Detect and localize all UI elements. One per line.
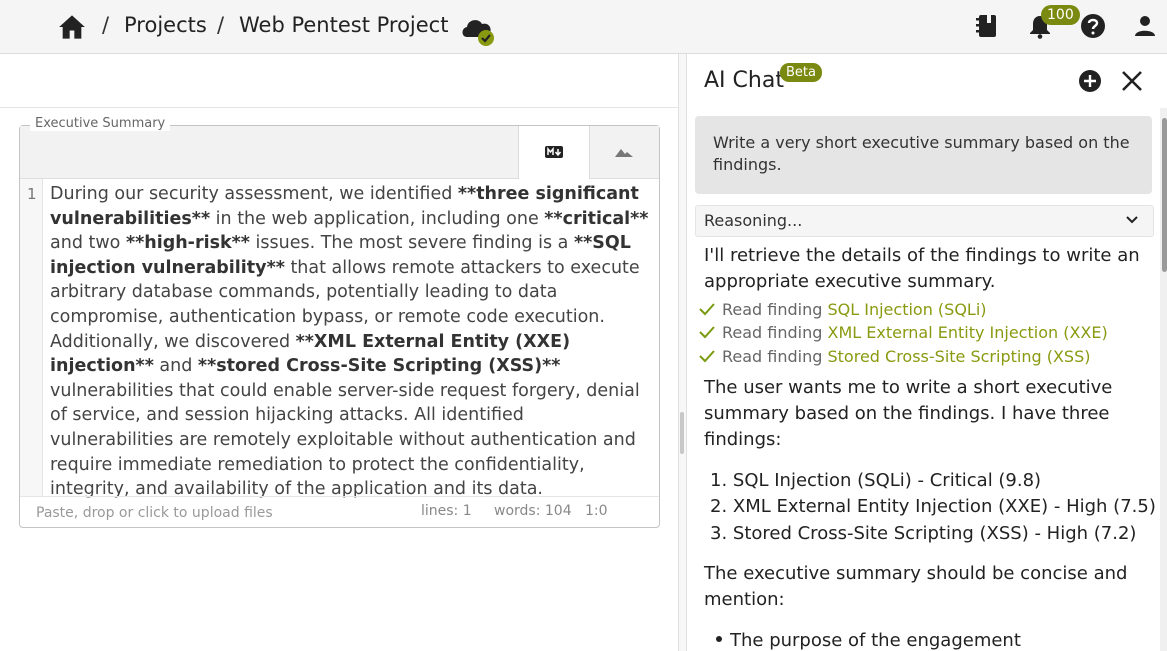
- finding-link-xxe[interactable]: XML External Entity Injection (XXE): [828, 323, 1108, 342]
- markdown-text-span: vulnerabilities that could enable server…: [50, 380, 640, 500]
- finding-link-xss[interactable]: Stored Cross-Site Scripting (XSS): [828, 347, 1091, 366]
- tool-call-label: Read finding: [722, 347, 823, 366]
- tool-call-label: Read finding: [722, 300, 823, 319]
- tool-call-label: Read finding: [722, 323, 823, 342]
- notebook-icon[interactable]: [974, 13, 1000, 39]
- markdown-icon: [545, 146, 563, 158]
- tool-call-item: Read finding Stored Cross-Site Scripting…: [698, 347, 1090, 366]
- cloud-sync-check-icon: [462, 20, 494, 46]
- finding-list-item: 1. SQL Injection (SQLi) - Critical (9.8): [710, 470, 1042, 491]
- tool-call-item: Read finding XML External Entity Injecti…: [698, 323, 1108, 342]
- user-message-text: Write a very short executive summary bas…: [713, 133, 1130, 174]
- chat-scroll-thumb[interactable]: [1162, 118, 1167, 272]
- markdown-bold-span: **high-risk**: [125, 233, 250, 254]
- help-icon[interactable]: [1080, 13, 1106, 39]
- bullet: [716, 636, 722, 642]
- finding-list-item: 2. XML External Entity Injection (XXE) -…: [710, 496, 1156, 517]
- bullet-list-item: The purpose of the engagement: [716, 630, 1021, 651]
- beta-badge: Beta: [780, 63, 822, 82]
- markdown-bold-span: **critical**: [544, 208, 649, 229]
- account-icon[interactable]: [1132, 13, 1158, 39]
- preview-image-icon: [615, 149, 633, 157]
- cursor-position: 1:0: [585, 503, 608, 519]
- markdown-editor[interactable]: During our security assessment, we ident…: [50, 182, 650, 502]
- finding-list-item: 3. Stored Cross-Site Scripting (XSS) - H…: [710, 523, 1137, 544]
- markdown-text-span: During our security assessment, we ident…: [50, 184, 458, 204]
- resize-grip[interactable]: [680, 412, 684, 454]
- upload-hint[interactable]: Paste, drop or click to upload files: [36, 505, 273, 521]
- chat-title: AI Chat: [704, 68, 784, 93]
- markdown-text-span: and: [153, 356, 198, 377]
- breadcrumb-project-name[interactable]: Web Pentest Project: [239, 13, 448, 37]
- tab-preview[interactable]: [589, 126, 659, 178]
- field-legend: Executive Summary: [30, 116, 171, 131]
- finding-link-sqli[interactable]: SQL Injection (SQLi): [828, 300, 987, 319]
- new-chat-icon[interactable]: [1078, 69, 1102, 93]
- markdown-bold-span: **stored Cross-Site Scripting (XSS)**: [197, 356, 561, 377]
- check-icon: [699, 303, 715, 316]
- tool-call-item: Read finding SQL Injection (SQLi): [698, 300, 987, 319]
- pane-resize-handle[interactable]: [679, 54, 686, 651]
- reasoning-label: Reasoning...: [704, 211, 803, 230]
- home-icon[interactable]: [58, 14, 86, 40]
- assistant-intro: I'll retrieve the details of the finding…: [704, 245, 1140, 292]
- assistant-paragraph: The executive summary should be concise …: [704, 563, 1128, 610]
- close-icon[interactable]: [1120, 69, 1144, 93]
- check-icon: [699, 326, 715, 339]
- line-gutter: [20, 179, 43, 496]
- assistant-paragraph: The user wants me to write a short execu…: [704, 377, 1113, 450]
- divider: [686, 54, 687, 651]
- markdown-text-span: and two: [50, 233, 126, 254]
- editor-toolbar: [0, 54, 678, 108]
- notification-badge: 100: [1041, 5, 1080, 25]
- breadcrumb-separator: /: [102, 13, 110, 37]
- chevron-down-icon: [1126, 216, 1138, 224]
- tab-markdown[interactable]: [518, 126, 590, 179]
- lines-count: lines: 1: [421, 503, 472, 519]
- markdown-text-span: in the web application, including one: [210, 208, 545, 229]
- words-count: words: 104: [494, 503, 572, 519]
- check-icon: [699, 350, 715, 363]
- bullet-text: The purpose of the engagement: [730, 630, 1021, 651]
- markdown-text-span: issues. The most severe finding is a: [249, 233, 574, 254]
- line-number: 1: [27, 185, 37, 203]
- breadcrumb-projects[interactable]: Projects: [124, 13, 207, 37]
- breadcrumb-separator: /: [217, 13, 225, 37]
